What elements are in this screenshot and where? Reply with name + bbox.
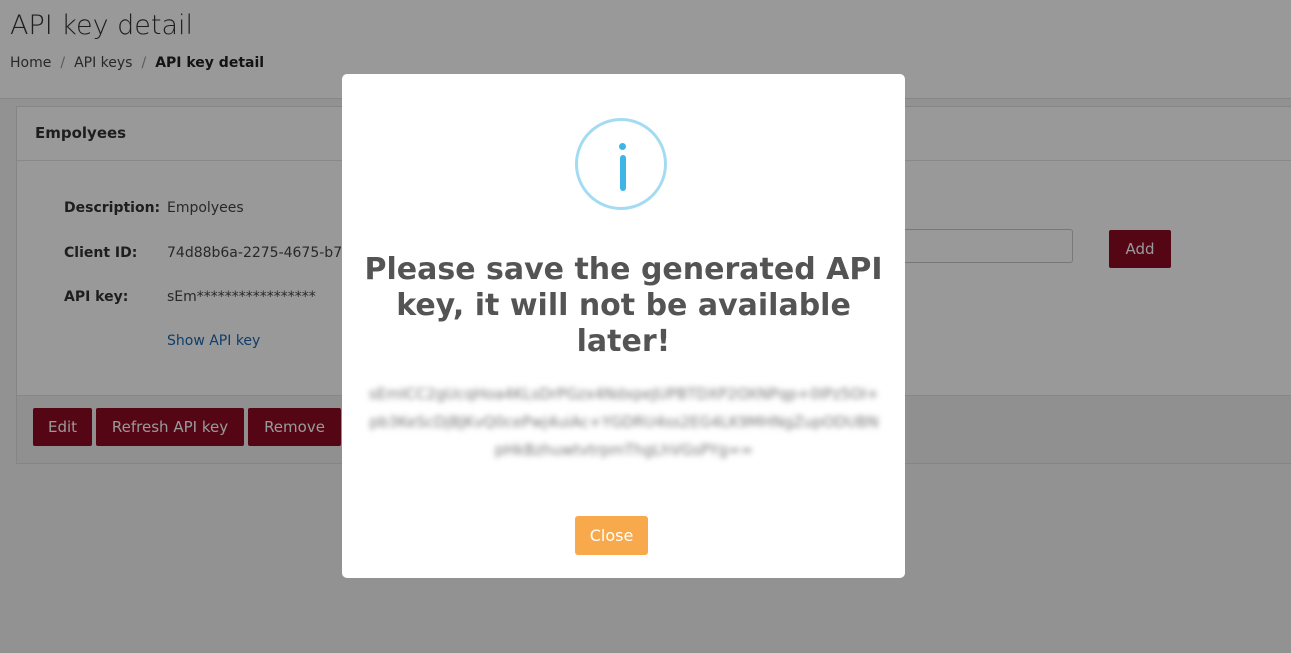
info-icon-bar: [619, 155, 626, 191]
modal-title: Please save the generated API key, it wi…: [364, 252, 883, 359]
close-button[interactable]: Close: [575, 516, 648, 555]
generated-api-key: sEmICC2gUcqHoa4KLsDrPGzx4NdxpeJUPBTDXP2O…: [369, 385, 879, 459]
api-key-modal: Please save the generated API key, it wi…: [342, 74, 905, 578]
info-icon-dot: [619, 143, 626, 150]
info-icon: [575, 118, 667, 210]
